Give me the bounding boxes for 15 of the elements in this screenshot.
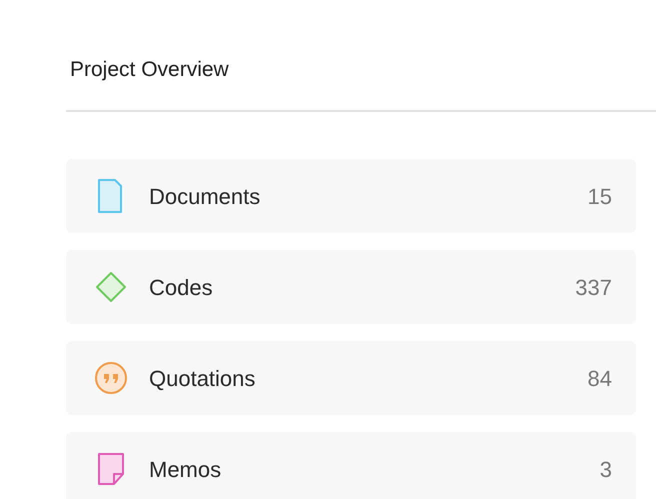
item-label: Quotations xyxy=(149,364,256,392)
overview-item[interactable]: Quotations 84 xyxy=(66,341,636,415)
item-count: 84 xyxy=(588,364,612,392)
overview-item[interactable]: Codes 337 xyxy=(66,250,636,324)
item-count: 337 xyxy=(575,274,612,302)
page-title: Project Overview xyxy=(70,58,229,81)
item-label: Memos xyxy=(149,456,222,484)
item-count: 3 xyxy=(600,456,612,484)
item-label: Codes xyxy=(149,274,214,302)
overview-item[interactable]: Documents 15 xyxy=(66,159,636,233)
diamond-icon xyxy=(93,269,129,305)
overview-item[interactable]: Memos 3 xyxy=(66,432,636,499)
item-count: 15 xyxy=(588,182,612,210)
quote-icon xyxy=(93,360,129,396)
item-label: Documents xyxy=(149,182,262,210)
